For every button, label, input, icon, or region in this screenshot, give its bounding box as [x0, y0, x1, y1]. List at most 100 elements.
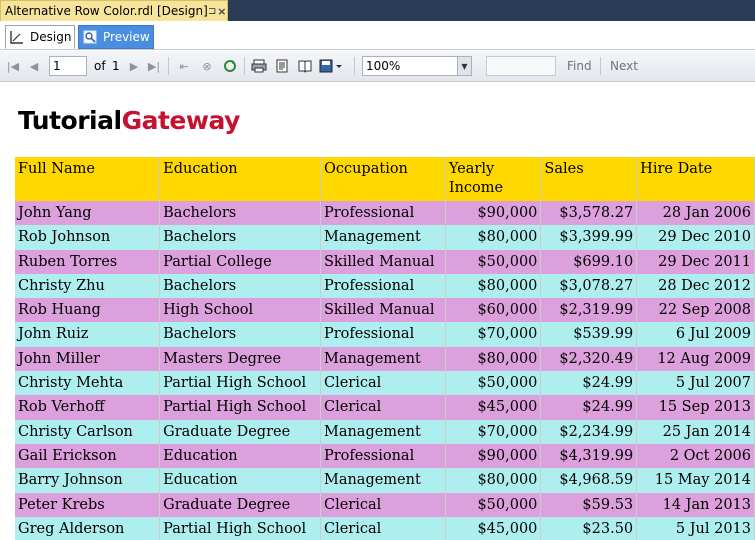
- cell-sales: $3,399.99: [540, 225, 638, 250]
- pin-icon[interactable]: ⊐: [208, 6, 217, 17]
- cell-hire-date: 22 Sep 2008: [636, 298, 755, 323]
- find-text-input[interactable]: [486, 56, 556, 76]
- cell-hire-date: 29 Dec 2010: [636, 225, 755, 250]
- cell-occupation: Skilled Manual: [320, 298, 446, 323]
- document-tab-title: Alternative Row Color.rdl [Design]: [5, 4, 208, 18]
- cell-hire-date: 14 Jan 2013: [636, 492, 755, 517]
- first-page-icon[interactable]: |◀: [5, 58, 21, 74]
- previous-page-icon[interactable]: ◀: [26, 58, 42, 74]
- print-icon[interactable]: [251, 58, 267, 74]
- page-setup-icon[interactable]: [297, 58, 313, 74]
- cell-education: Bachelors: [159, 273, 321, 299]
- cell-full-name: Peter Krebs: [15, 492, 161, 517]
- table-row: Rob Verhoff Partial High School Clerical $4…: [15, 395, 755, 420]
- cell-yearly-income: $50,000: [445, 371, 542, 396]
- cell-yearly-income: $45,000: [445, 516, 542, 540]
- header-yearly-income: Yearly Income: [445, 157, 542, 201]
- cell-yearly-income: $60,000: [445, 298, 542, 323]
- header-full-name: Full Name: [15, 157, 161, 201]
- header-yearly-income-label: Yearly Income: [448, 161, 504, 196]
- cell-yearly-income: $70,000: [445, 322, 542, 347]
- cell-yearly-income: $80,000: [445, 225, 542, 250]
- table-row: Christy Zhu Bachelors Professional $80,000 $…: [15, 273, 755, 299]
- page-number-input[interactable]: [49, 56, 87, 76]
- cell-full-name: Ruben Torres: [15, 249, 161, 274]
- chevron-down-icon[interactable]: ▼: [457, 57, 471, 75]
- zoom-value: 100%: [366, 59, 401, 73]
- cell-hire-date: 29 Dec 2011: [636, 249, 755, 274]
- cell-hire-date: 5 Jul 2007: [636, 371, 755, 396]
- find-next-button[interactable]: Next: [610, 59, 638, 73]
- cell-education: Bachelors: [159, 201, 321, 226]
- cell-full-name: John Miller: [15, 346, 161, 372]
- export-icon[interactable]: [318, 58, 344, 74]
- cell-yearly-income: $70,000: [445, 419, 542, 444]
- back-icon[interactable]: ⇤: [176, 58, 192, 74]
- next-page-icon[interactable]: ▶: [126, 58, 142, 74]
- document-tab-bar: Alternative Row Color.rdl [Design] ⊐ ×: [0, 0, 755, 21]
- cell-occupation: Professional: [320, 201, 446, 226]
- tab-preview-label: Preview: [103, 30, 150, 44]
- document-tab[interactable]: Alternative Row Color.rdl [Design] ⊐ ×: [0, 0, 228, 21]
- print-layout-icon[interactable]: [274, 58, 290, 74]
- cell-yearly-income: $90,000: [445, 201, 542, 226]
- table-row: Rob Huang High School Skilled Manual $60,00…: [15, 298, 755, 323]
- cell-full-name: Greg Alderson: [15, 516, 161, 540]
- tab-design[interactable]: Design: [5, 25, 75, 49]
- design-ruler-icon: [10, 29, 24, 45]
- tutorial-gateway-logo: TutorialGateway: [18, 106, 240, 135]
- cell-education: Partial High School: [159, 371, 321, 396]
- toolbar-separator: [244, 57, 245, 75]
- cell-full-name: John Yang: [15, 201, 161, 226]
- cell-hire-date: 6 Jul 2009: [636, 322, 755, 347]
- cell-occupation: Management: [320, 346, 446, 372]
- cell-sales: $2,234.99: [540, 419, 638, 444]
- cell-yearly-income: $45,000: [445, 395, 542, 420]
- mode-tab-strip: Design Preview: [0, 21, 755, 50]
- of-label: of: [94, 59, 106, 73]
- cell-hire-date: 25 Jan 2014: [636, 419, 755, 444]
- cell-yearly-income: $80,000: [445, 468, 542, 493]
- cell-occupation: Management: [320, 225, 446, 250]
- last-page-icon[interactable]: ▶|: [146, 58, 162, 74]
- cell-yearly-income: $80,000: [445, 346, 542, 372]
- cell-hire-date: 15 May 2014: [636, 468, 755, 493]
- cell-occupation: Clerical: [320, 371, 446, 396]
- table-row: Peter Krebs Graduate Degree Clerical $50,00…: [15, 492, 755, 517]
- cell-occupation: Clerical: [320, 395, 446, 420]
- find-button[interactable]: Find: [567, 59, 592, 73]
- header-row: Full Name Education Occupation Yearly In…: [15, 157, 755, 201]
- cell-yearly-income: $50,000: [445, 249, 542, 274]
- zoom-select[interactable]: 100% ▼: [362, 56, 472, 76]
- table-row: John Yang Bachelors Professional $90,000 $3,…: [15, 201, 755, 226]
- cell-sales: $3,078.27: [540, 273, 638, 299]
- cell-sales: $3,578.27: [540, 201, 638, 226]
- table-row: Christy Carlson Graduate Degree Management…: [15, 419, 755, 444]
- cell-education: Bachelors: [159, 322, 321, 347]
- report-viewer-toolbar: |◀ ◀ of 1 ▶ ▶| ⇤ ⊗ 100% ▼ Find Next: [0, 51, 755, 82]
- cell-education: Graduate Degree: [159, 492, 321, 517]
- table-row: Rob Johnson Bachelors Management $80,000 $3,…: [15, 225, 755, 250]
- table-row: Ruben Torres Partial College Skilled Manua…: [15, 249, 755, 274]
- toolbar-separator: [354, 57, 355, 75]
- refresh-icon[interactable]: [222, 58, 238, 74]
- cell-education: Education: [159, 443, 321, 469]
- header-education: Education: [159, 157, 321, 201]
- tab-preview[interactable]: Preview: [78, 25, 154, 49]
- cell-full-name: Christy Mehta: [15, 371, 161, 396]
- logo-part-2: Gateway: [121, 106, 241, 135]
- toolbar-separator: [168, 57, 169, 75]
- cell-education: Education: [159, 468, 321, 493]
- cell-sales: $4,968.59: [540, 468, 638, 493]
- header-occupation: Occupation: [320, 157, 446, 201]
- stop-icon[interactable]: ⊗: [199, 58, 215, 74]
- cell-full-name: Christy Zhu: [15, 273, 161, 299]
- close-icon[interactable]: ×: [217, 5, 227, 18]
- cell-full-name: Rob Huang: [15, 298, 161, 323]
- cell-education: Graduate Degree: [159, 419, 321, 444]
- cell-full-name: John Ruiz: [15, 322, 161, 347]
- cell-full-name: Rob Verhoff: [15, 395, 161, 420]
- cell-education: High School: [159, 298, 321, 323]
- header-hire-date: Hire Date: [636, 157, 755, 201]
- cell-sales: $2,319.99: [540, 298, 638, 323]
